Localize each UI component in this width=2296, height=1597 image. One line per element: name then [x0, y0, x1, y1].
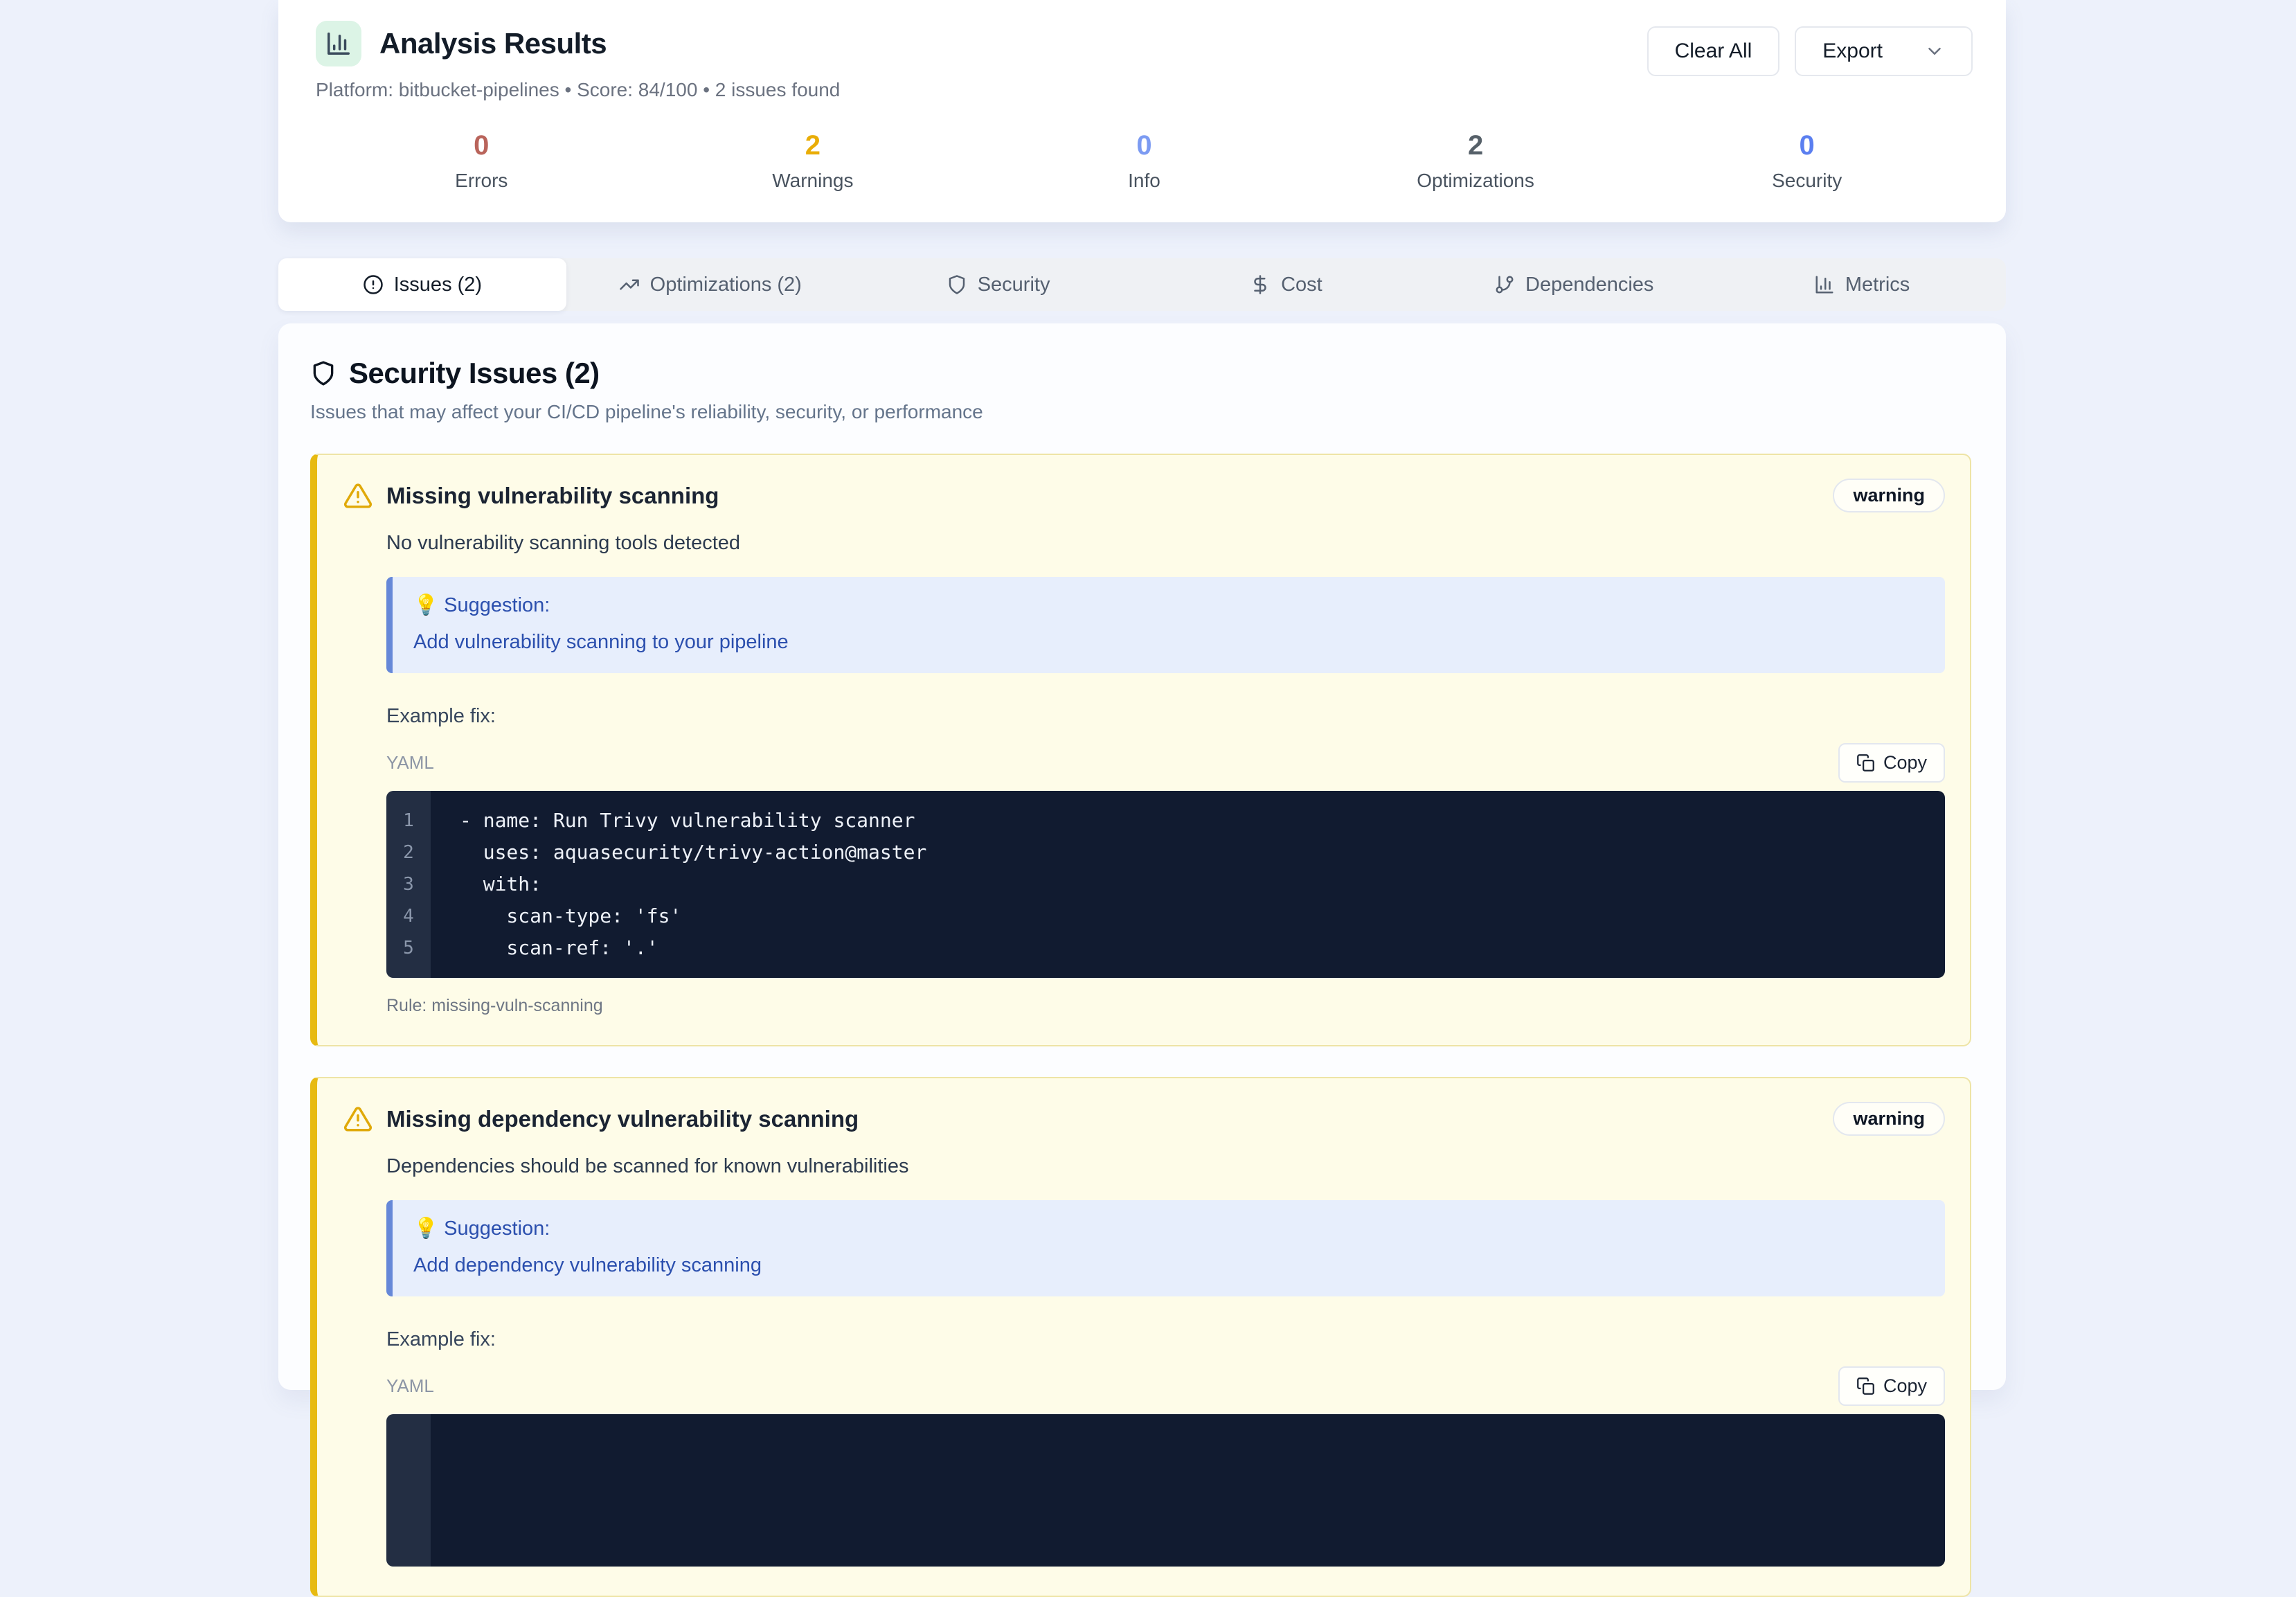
stat-optimizations: 2 Optimizations — [1310, 130, 1642, 192]
line-number: 3 — [386, 868, 431, 900]
stat-optimizations-label: Optimizations — [1310, 170, 1642, 192]
tab-metrics-label: Metrics — [1845, 274, 1910, 296]
shield-icon — [947, 274, 967, 295]
code-gutter — [386, 1414, 431, 1567]
tab-dependencies-label: Dependencies — [1525, 274, 1653, 296]
stat-warnings-value: 2 — [647, 130, 979, 161]
clear-all-label: Clear All — [1675, 39, 1752, 63]
code-line: uses: aquasecurity/trivy-action@master — [460, 837, 1945, 868]
page-subtitle: Platform: bitbucket-pipelines • Score: 8… — [316, 79, 840, 101]
suggestion-label: 💡 Suggestion: — [413, 594, 1924, 617]
example-fix-label: Example fix: — [386, 1328, 1945, 1351]
stat-info: 0 Info — [978, 130, 1310, 192]
tab-cost-label: Cost — [1281, 274, 1322, 296]
analysis-results-header-card: Analysis Results Platform: bitbucket-pip… — [278, 0, 2006, 222]
tab-optimizations-label: Optimizations (2) — [650, 274, 802, 296]
code-line: with: — [460, 868, 1945, 900]
shield-icon — [310, 360, 337, 386]
issue-card-missing-dependency-scanning: Missing dependency vulnerability scannin… — [310, 1077, 1971, 1597]
bar-chart-icon — [316, 21, 361, 66]
issue-title: Missing dependency vulnerability scannin… — [386, 1106, 859, 1132]
export-label: Export — [1822, 39, 1883, 63]
stats-row: 0 Errors 2 Warnings 0 Info 2 Optimizatio… — [316, 130, 1973, 192]
suggestion-box: 💡 Suggestion: Add vulnerability scanning… — [386, 577, 1945, 673]
code-line: - name: Run Trivy vulnerability scanner — [460, 805, 1945, 837]
issues-panel: Security Issues (2) Issues that may affe… — [278, 323, 2006, 1390]
stat-optimizations-value: 2 — [1310, 130, 1642, 161]
severity-badge: warning — [1833, 479, 1945, 512]
content-column: Analysis Results Platform: bitbucket-pip… — [278, 0, 2006, 1390]
suggestion-text: Add dependency vulnerability scanning — [413, 1254, 1924, 1277]
stat-security-label: Security — [1641, 170, 1973, 192]
code-line: scan-type: 'fs' — [460, 900, 1945, 932]
suggestion-box: 💡 Suggestion: Add dependency vulnerabili… — [386, 1200, 1945, 1296]
tab-dependencies[interactable]: Dependencies — [1430, 258, 1718, 311]
stat-errors-label: Errors — [316, 170, 647, 192]
stat-errors: 0 Errors — [316, 130, 647, 192]
tab-security-label: Security — [978, 274, 1050, 296]
copy-label: Copy — [1883, 752, 1927, 774]
stat-info-value: 0 — [978, 130, 1310, 161]
line-number: 5 — [386, 932, 431, 964]
issue-description: Dependencies should be scanned for known… — [386, 1155, 1945, 1178]
suggestion-text: Add vulnerability scanning to your pipel… — [413, 631, 1924, 654]
code-block — [386, 1414, 1945, 1567]
copy-icon — [1856, 753, 1875, 772]
issue-card-header: Missing vulnerability scanning warning — [343, 479, 1945, 512]
git-branch-icon — [1494, 274, 1515, 295]
tab-issues[interactable]: Issues (2) — [278, 258, 566, 311]
stat-warnings: 2 Warnings — [647, 130, 979, 192]
tab-optimizations[interactable]: Optimizations (2) — [566, 258, 854, 311]
severity-badge: warning — [1833, 1102, 1945, 1136]
code-language-label: YAML — [386, 752, 434, 774]
issue-description: No vulnerability scanning tools detected — [386, 532, 1945, 555]
export-dropdown[interactable]: Export — [1795, 26, 1973, 76]
dollar-icon — [1250, 274, 1271, 295]
example-fix-label: Example fix: — [386, 705, 1945, 728]
code-gutter: 1 2 3 4 5 — [386, 791, 431, 978]
clear-all-button[interactable]: Clear All — [1647, 26, 1780, 76]
tab-strip: Issues (2) Optimizations (2) Security Co… — [278, 258, 2006, 311]
code-meta-row: YAML Copy — [386, 743, 1945, 783]
code-lines — [431, 1414, 1945, 1567]
alert-triangle-icon — [343, 1105, 373, 1134]
trending-up-icon — [619, 274, 640, 295]
issue-body: No vulnerability scanning tools detected… — [386, 532, 1945, 1016]
suggestion-label: 💡 Suggestion: — [413, 1217, 1924, 1240]
copy-button[interactable]: Copy — [1838, 743, 1945, 783]
stat-security-value: 0 — [1641, 130, 1973, 161]
stat-errors-value: 0 — [316, 130, 647, 161]
line-number: 1 — [386, 805, 431, 837]
section-subtitle: Issues that may affect your CI/CD pipeli… — [310, 401, 1971, 423]
issue-card-missing-vuln-scanning: Missing vulnerability scanning warning N… — [310, 454, 1971, 1046]
code-line: scan-ref: '.' — [460, 932, 1945, 964]
stat-security: 0 Security — [1641, 130, 1973, 192]
section-header: Security Issues (2) — [310, 357, 1971, 390]
tab-cost[interactable]: Cost — [1142, 258, 1430, 311]
stat-warnings-label: Warnings — [647, 170, 979, 192]
tab-issues-label: Issues (2) — [394, 274, 482, 296]
alert-circle-icon — [363, 274, 384, 295]
issue-title: Missing vulnerability scanning — [386, 483, 719, 509]
section-title: Security Issues (2) — [349, 357, 600, 390]
header-title-block: Analysis Results Platform: bitbucket-pip… — [316, 21, 840, 101]
tab-security[interactable]: Security — [854, 258, 1142, 311]
line-number: 2 — [386, 837, 431, 868]
issue-body: Dependencies should be scanned for known… — [386, 1155, 1945, 1567]
code-block: 1 2 3 4 5 - name: Run Trivy vulnerabilit… — [386, 791, 1945, 978]
tab-metrics[interactable]: Metrics — [1718, 258, 2006, 311]
page-title: Analysis Results — [379, 27, 607, 60]
line-number: 4 — [386, 900, 431, 932]
stat-info-label: Info — [978, 170, 1310, 192]
chevron-down-icon — [1924, 41, 1945, 62]
issue-card-header: Missing dependency vulnerability scannin… — [343, 1102, 1945, 1136]
alert-triangle-icon — [343, 481, 373, 510]
header-top-row: Analysis Results Platform: bitbucket-pip… — [316, 21, 1973, 101]
header-actions: Clear All Export — [1647, 26, 1973, 76]
rule-id-label: Rule: missing-vuln-scanning — [386, 996, 1945, 1016]
bar-chart-icon — [1814, 274, 1835, 295]
code-lines: - name: Run Trivy vulnerability scanner … — [431, 791, 1945, 978]
